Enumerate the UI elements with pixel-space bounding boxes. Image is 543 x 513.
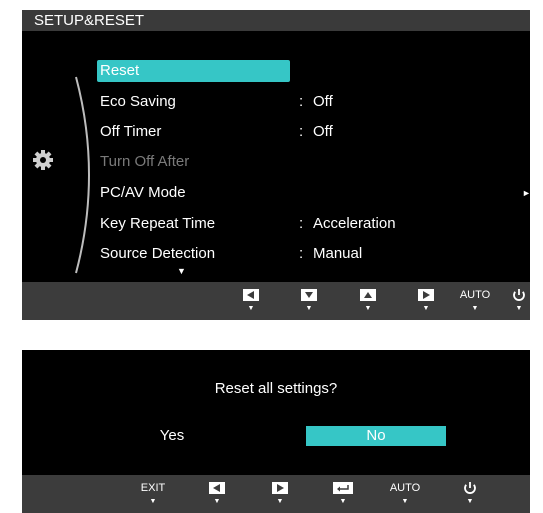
source-detection-value: : Manual: [299, 243, 362, 265]
power-button[interactable]: ▼: [504, 288, 534, 318]
button-indicator-icon: ▼: [305, 305, 313, 312]
right-button[interactable]: ▼: [411, 288, 441, 318]
enter-button[interactable]: ▼: [328, 481, 358, 511]
menu-item-turn-off-after: Turn Off After: [97, 151, 290, 173]
off-timer-value: : Off: [299, 121, 333, 143]
up-button[interactable]: ▼: [353, 288, 383, 318]
menu-item-eco-saving[interactable]: Eco Saving: [97, 91, 290, 113]
menu-item-label: Key Repeat Time: [100, 215, 216, 232]
menu-item-reset[interactable]: Reset: [97, 60, 290, 82]
menu-item-label: Source Detection: [100, 245, 216, 262]
button-indicator-icon: ▼: [247, 305, 255, 312]
button-indicator-icon: ▼: [276, 498, 284, 505]
menu-item-pc-av-mode[interactable]: PC/AV Mode: [97, 182, 290, 204]
key-repeat-time-value: : Acceleration: [299, 213, 396, 235]
button-indicator-icon: ▼: [515, 305, 523, 312]
auto-label: AUTO: [389, 482, 421, 494]
value-separator: :: [299, 245, 304, 262]
right-button[interactable]: ▼: [265, 481, 295, 511]
exit-label: EXIT: [140, 482, 166, 494]
scroll-down-indicator-icon: ▼: [177, 266, 186, 276]
auto-button[interactable]: AUTO ▼: [386, 481, 424, 511]
menu-item-off-timer[interactable]: Off Timer: [97, 121, 290, 143]
menu-item-label: Off Timer: [100, 123, 162, 140]
left-arrow-icon: [202, 481, 232, 495]
menu-toolbar: ▼ ▼ ▼ ▼ AUTO ▼ ▼: [22, 282, 530, 320]
value-separator: :: [299, 93, 304, 110]
menu-item-key-repeat-time[interactable]: Key Repeat Time: [97, 213, 290, 235]
setup-reset-menu: SETUP&RESET Reset Eco Saving: Off Off T…: [22, 10, 531, 320]
exit-button[interactable]: EXIT ▼: [135, 481, 171, 511]
menu-item-label: Reset: [100, 62, 140, 79]
up-arrow-icon: [353, 288, 383, 302]
power-icon: [455, 481, 485, 495]
value-separator: :: [299, 123, 304, 140]
menu-item-label: Turn Off After: [100, 153, 190, 170]
dialog-question: Reset all settings?: [214, 380, 338, 397]
right-arrow-icon: [411, 288, 441, 302]
menu-titlebar: SETUP&RESET: [22, 10, 530, 31]
power-icon: [504, 288, 534, 302]
left-button[interactable]: ▼: [202, 481, 232, 511]
menu-body: Reset Eco Saving : Off Off Timer : Off Tur…: [22, 31, 531, 282]
yes-option[interactable]: Yes: [122, 426, 222, 446]
menu-item-label: Eco Saving: [100, 93, 176, 110]
no-option[interactable]: No: [306, 426, 446, 446]
gear-icon: [32, 149, 54, 171]
left-button[interactable]: ▼: [236, 288, 266, 318]
reset-confirm-dialog: Reset all settings? Yes No EXIT ▼ ▼ ▼ ▼: [22, 350, 530, 513]
button-indicator-icon: ▼: [401, 498, 409, 505]
menu-item-label: PC/AV Mode: [100, 184, 186, 201]
button-indicator-icon: ▼: [422, 305, 430, 312]
value-separator: :: [299, 215, 304, 232]
auto-label: AUTO: [459, 289, 491, 301]
button-indicator-icon: ▼: [364, 305, 372, 312]
auto-button[interactable]: AUTO ▼: [456, 288, 494, 318]
menu-item-source-detection[interactable]: Source Detection: [97, 243, 290, 265]
button-indicator-icon: ▼: [471, 305, 479, 312]
power-button[interactable]: ▼: [455, 481, 485, 511]
dialog-body: Reset all settings? Yes No: [22, 350, 530, 475]
left-arrow-icon: [236, 288, 266, 302]
button-indicator-icon: ▼: [149, 498, 157, 505]
menu-title: SETUP&RESET: [34, 12, 145, 29]
menu-arc-decoration: [62, 75, 102, 275]
dialog-toolbar: EXIT ▼ ▼ ▼ ▼ AUTO ▼ ▼: [22, 475, 530, 513]
button-indicator-icon: ▼: [339, 498, 347, 505]
down-arrow-icon: [294, 288, 324, 302]
submenu-arrow-icon: ►: [522, 188, 531, 198]
down-button[interactable]: ▼: [294, 288, 324, 318]
button-indicator-icon: ▼: [466, 498, 474, 505]
eco-saving-value: : Off: [299, 91, 333, 113]
button-indicator-icon: ▼: [213, 498, 221, 505]
right-arrow-icon: [265, 481, 295, 495]
enter-icon: [328, 481, 358, 495]
